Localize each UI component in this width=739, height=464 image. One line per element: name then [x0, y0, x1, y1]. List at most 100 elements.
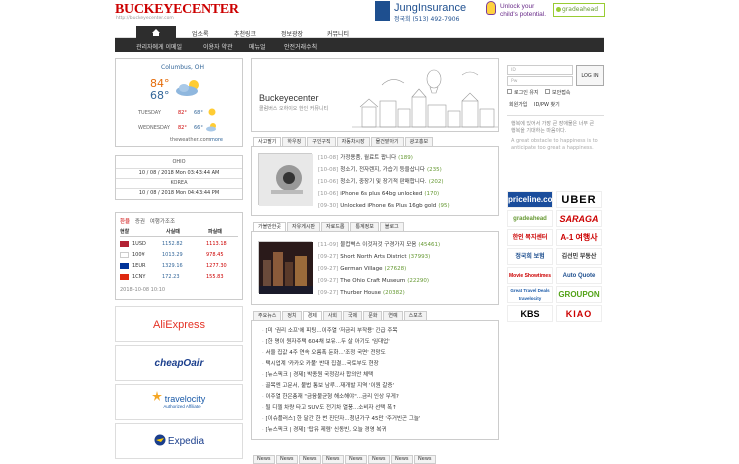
list-item[interactable]: [09-27] Thurber House (20382): [318, 289, 405, 298]
nav-item-links[interactable]: 추천링크: [234, 29, 256, 38]
weather-day-1-high: 82°: [178, 110, 187, 116]
news-item[interactable]: 골목엔 고문서, 불법 통보 남루...재개발 지역 '이원 갈증': [262, 381, 395, 391]
sponsor-kbs[interactable]: KBS: [507, 305, 553, 322]
list-item[interactable]: [09-27] Short North Arts District (37993): [318, 253, 430, 262]
news-item[interactable]: [미 '권리 소프'에 피팅...이주열 '저금리 부작용' 긴급 주목: [262, 326, 398, 336]
partly-cloudy-icon: [176, 80, 199, 96]
tab-stocks[interactable]: 증권: [135, 219, 145, 225]
divider: [507, 115, 604, 116]
lightbulb-icon: [486, 1, 496, 15]
sponsor-saraga[interactable]: SARAGA: [556, 210, 602, 227]
weather-source[interactable]: theweather.com: [170, 137, 211, 143]
places-thumbnail[interactable]: [258, 241, 313, 294]
clock-korea-time: 10 / 08 / 2018 Mon 04:43:44 PM: [116, 188, 242, 197]
sponsor-auto-quote[interactable]: Auto Quote: [556, 267, 602, 284]
weather-day-2-high: 82°: [178, 125, 187, 131]
password-input[interactable]: Pw: [507, 76, 573, 86]
travelocity-link[interactable]: travelocity Authorized Affiliate: [115, 384, 243, 420]
gradeahead-ad[interactable]: gradeahead: [553, 3, 605, 17]
us-flag-icon: [120, 241, 129, 247]
quote-box: 행복에 있어서 가장 큰 장애물은 너무 큰 행복을 기대하는 마음이다. A …: [511, 121, 598, 151]
news-item[interactable]: [뉴스픽크 | 경제] 박종원 국정감사 합의안 체택: [262, 370, 374, 380]
aliexpress-link[interactable]: AliExpress: [115, 306, 243, 342]
weather-low: 68°: [150, 89, 170, 102]
expedia-link[interactable]: Expedia: [115, 423, 243, 459]
join-link[interactable]: 회원가입: [509, 101, 527, 108]
news-item[interactable]: 택시업계 '카카오 카풀' 반대 집결...국토부도 현장: [262, 359, 379, 369]
weather-day-1: TUESDAY: [138, 110, 161, 116]
list-item[interactable]: [10-08] 청소기, 전자렌지, 가습기 등을삽니다 (235): [318, 166, 442, 175]
sponsor-gradeahead[interactable]: gradeahead: [507, 210, 553, 227]
weather-city: Columbus, OH: [161, 64, 204, 71]
subnav-email-admin[interactable]: 관리자에게 이메일: [136, 42, 182, 51]
list-item[interactable]: [10-06] 청소기, 중장기 및 장기적 판매합니다. (202): [318, 178, 443, 187]
partly-sunny-icon: [206, 123, 216, 132]
subnav-manual[interactable]: 메뉴얼: [249, 42, 266, 51]
sponsor-jung-insurance[interactable]: 정국희 보험: [507, 248, 553, 265]
hero-banner: Buckeyecenter 콜럼버스 오하이오 한인 커뮤니티: [251, 58, 499, 132]
expedia-globe-icon: [154, 434, 166, 446]
world-clock: OHIO 10 / 08 / 2018 Mon 03:43:44 AM KORE…: [115, 155, 243, 200]
remember-checkbox[interactable]: [507, 89, 512, 94]
jung-insurance-ad[interactable]: JungInsurance 정국희 (513) 492-7906: [375, 1, 475, 23]
weather-day-1-low: 68°: [194, 110, 203, 116]
jung-logo-icon: [375, 1, 390, 21]
cn-flag-icon: [120, 274, 129, 280]
fx-row: 1USD 1152.82 1113.18: [120, 239, 238, 249]
clock-korea-label: KOREA: [116, 178, 242, 187]
site-logo[interactable]: BUCKEYECENTER: [115, 3, 239, 17]
news-item[interactable]: 서울 집값 4주 연속 오름폭 둔화...'조정 국면' 전망도: [262, 348, 386, 358]
home-button[interactable]: [136, 26, 176, 38]
clock-ohio-time: 10 / 08 / 2018 Mon 03:43:44 AM: [116, 168, 242, 177]
sponsor-groupon[interactable]: GROUPON: [556, 286, 602, 303]
travelocity-star-icon: [152, 391, 162, 401]
clock-ohio-label: OHIO: [172, 159, 186, 165]
list-item[interactable]: [09-27] German Village (27628): [318, 265, 406, 274]
ssl-label: 보안접속: [552, 90, 571, 96]
weather-more-link[interactable]: more: [210, 137, 223, 143]
nav-item-info[interactable]: 정보광장: [281, 29, 303, 38]
sponsor-realty[interactable]: 김선민 부동산: [556, 248, 602, 265]
sponsor-uber[interactable]: UBER: [556, 191, 602, 208]
eu-flag-icon: [120, 263, 129, 269]
sponsor-travelocity[interactable]: Great Travel Deals travelocity: [507, 286, 553, 303]
news-item[interactable]: [한 명이 원자주택 604채 보유...두 살 아기도 '임대업': [262, 337, 390, 347]
news-item[interactable]: [뉴스픽크 | 경제] '탑유 제렴' 신동빈, 오늘 경영 복귀: [262, 425, 387, 435]
list-item[interactable]: [09-27] The Ohio Craft Museum (22290): [318, 277, 429, 286]
list-item[interactable]: [11-09] 물컵벽스 이것저것 구경가지 모음 (45461): [318, 241, 440, 250]
camera-image: [259, 154, 313, 206]
jung-ad-name: JungInsurance: [394, 2, 467, 14]
list-item[interactable]: [09-30] Unlocked iPhone 6s Plus 16gb gold…: [318, 202, 450, 211]
unlock-ad-text: Unlock your child's potential.: [500, 3, 547, 18]
nav-item-community[interactable]: 커뮤니티: [327, 29, 349, 38]
news-item[interactable]: 될 디젤 차량 타고 SUV도 전기차 열풍...소비자 선택 폭↑: [262, 403, 397, 413]
jung-ad-phone: 정국희 (513) 492-7906: [394, 16, 460, 23]
sponsor-welfare-center[interactable]: 한인 복지센터: [507, 229, 553, 246]
hero-title: Buckeyecenter: [259, 93, 319, 103]
tab-fx[interactable]: 환율: [120, 219, 130, 225]
sponsor-priceline[interactable]: priceline.com: [507, 191, 553, 208]
news-item[interactable]: [이슈플러스] 한 달간 한 번 진단자...청년가구 45만 '주거빈곤 그늘…: [262, 414, 421, 424]
jp-flag-icon: [120, 252, 129, 258]
sponsor-a1-travel[interactable]: A-1 여행사: [556, 229, 602, 246]
sponsor-kiao[interactable]: KIAO: [556, 305, 602, 322]
subnav-safety[interactable]: 안전거래수칙: [284, 42, 317, 51]
fx-row: 1CNY 172.23 155.83: [120, 272, 238, 282]
tab-travel[interactable]: 여행가조조: [150, 219, 175, 225]
nav-item-directory[interactable]: 업소록: [192, 29, 209, 38]
cheapoair-link[interactable]: cheapOair: [115, 345, 243, 381]
list-item[interactable]: [10-08] 가정용품, 월료트 팝니다 (189): [318, 154, 413, 163]
sponsor-movie-showtimes[interactable]: Movie Showtimes: [507, 267, 553, 284]
id-input[interactable]: ID: [507, 65, 573, 75]
hero-subtitle: 콜럼버스 오하이오 한인 커뮤니티: [259, 106, 329, 112]
login-button[interactable]: LOG IN: [576, 65, 604, 86]
marketplace-thumbnail[interactable]: [258, 153, 313, 206]
news-item[interactable]: 이주열 한은총재 "금융불균형 해소해야"...금리 인상 무게?: [262, 392, 399, 402]
home-icon: [152, 29, 160, 36]
find-account-link[interactable]: ID/PW 찾기: [534, 101, 560, 108]
list-item[interactable]: [10-06] iPhone 6s plus 64bg unlocked (170): [318, 190, 439, 199]
exchange-rate-widget: 환율 증권 여행가조조 현찰 사실때 파실때 1USD 1152.82 1113.18 …: [115, 212, 243, 300]
subnav-terms[interactable]: 이용자 약관: [203, 42, 233, 51]
fx-row: 100¥ 1013.29 978.45: [120, 250, 238, 260]
ssl-checkbox[interactable]: [545, 89, 550, 94]
